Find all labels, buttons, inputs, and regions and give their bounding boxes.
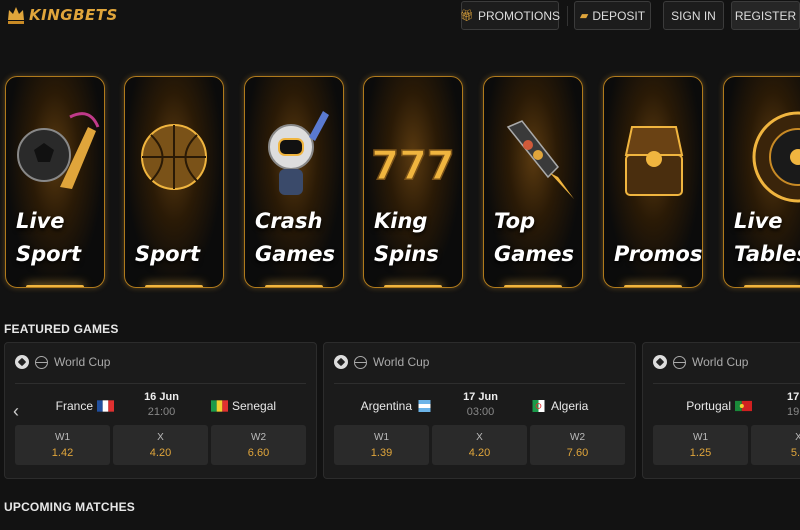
odds-key: X bbox=[795, 431, 800, 443]
away-team: Algeria bbox=[530, 399, 588, 413]
header-divider bbox=[567, 6, 568, 26]
soccer-ball-icon bbox=[334, 355, 348, 369]
odds-value: 5.4 bbox=[790, 446, 800, 459]
featured-games-title: FEATURED GAMES bbox=[4, 322, 119, 336]
senegal-flag-icon bbox=[211, 400, 228, 412]
match-date: 17 bbox=[787, 391, 800, 403]
odds-row: W1 1.25 X 5.4 bbox=[653, 425, 800, 465]
away-team: Senegal bbox=[211, 399, 276, 413]
register-button[interactable]: REGISTER bbox=[731, 1, 800, 30]
deposit-button[interactable]: ▰ DEPOSIT bbox=[574, 1, 651, 30]
globe-icon bbox=[35, 355, 48, 369]
odds-key: W1 bbox=[55, 431, 70, 443]
odds-value: 6.60 bbox=[247, 446, 270, 459]
category-sport[interactable]: Sport bbox=[124, 76, 224, 288]
logo[interactable]: KINGBETS bbox=[6, 4, 118, 26]
category-top-games[interactable]: Top Games bbox=[483, 76, 583, 288]
category-label: Top Games bbox=[494, 209, 575, 266]
divider bbox=[15, 383, 306, 384]
league-name: World Cup bbox=[373, 355, 430, 369]
odds-w1-button[interactable]: W1 1.42 bbox=[15, 425, 110, 465]
odds-key: X bbox=[157, 431, 164, 443]
odds-value: 4.20 bbox=[468, 446, 491, 459]
soccer-ball-icon bbox=[15, 355, 29, 369]
odds-key: W1 bbox=[374, 431, 389, 443]
odds-value: 4.20 bbox=[149, 446, 172, 459]
match-league: World Cup bbox=[15, 355, 110, 369]
match-card-clip: World Cup Portugal 17 19: W1 1.25 X 5.4 bbox=[642, 342, 800, 479]
globe-icon bbox=[354, 355, 367, 369]
category-label: Crash Games bbox=[255, 209, 336, 266]
soccer-ball-icon bbox=[653, 355, 667, 369]
category-label: King Spins bbox=[374, 209, 439, 266]
odds-value: 1.25 bbox=[689, 446, 712, 459]
treasure-chest-icon bbox=[604, 77, 702, 227]
promotions-label: PROMOTIONS bbox=[477, 8, 560, 23]
category-label: Promos bbox=[614, 242, 703, 266]
odds-w1-button[interactable]: W1 1.39 bbox=[334, 425, 429, 465]
category-promos[interactable]: Promos bbox=[603, 76, 703, 288]
promotions-button[interactable]: 🎁︎ PROMOTIONS bbox=[460, 1, 560, 30]
away-team-name: Senegal bbox=[232, 399, 277, 413]
odds-key: W1 bbox=[693, 431, 708, 443]
match-date: 17 Jun bbox=[463, 391, 498, 403]
odds-key: W2 bbox=[570, 431, 585, 443]
odds-key: W2 bbox=[251, 431, 266, 443]
logo-text: KINGBETS bbox=[29, 6, 118, 24]
category-crash-games[interactable]: Crash Games bbox=[244, 76, 344, 288]
algeria-flag-icon bbox=[532, 400, 545, 412]
globe-icon bbox=[673, 355, 686, 369]
odds-value: 1.39 bbox=[370, 446, 393, 459]
svg-text:777: 777 bbox=[371, 143, 455, 189]
match-time: 03:00 bbox=[466, 406, 495, 418]
divider bbox=[334, 383, 625, 384]
match-card[interactable]: World Cup Portugal 17 19: W1 1.25 X 5.4 bbox=[642, 342, 800, 479]
odds-x-button[interactable]: X 4.20 bbox=[113, 425, 208, 465]
match-league: World Cup bbox=[653, 355, 748, 369]
home-team: Portugal bbox=[686, 399, 752, 413]
odds-w2-button[interactable]: W2 7.60 bbox=[530, 425, 625, 465]
category-label: Sport bbox=[135, 242, 200, 266]
deposit-label: DEPOSIT bbox=[592, 8, 646, 23]
away-team-name: Algeria bbox=[551, 399, 589, 413]
top-header: KINGBETS 🎁︎ PROMOTIONS ▰ DEPOSIT SIGN IN… bbox=[0, 0, 800, 33]
crown-logo-icon bbox=[8, 7, 24, 24]
match-card[interactable]: World Cup ‹ France 16 Jun 21:00 Senegal … bbox=[4, 342, 317, 479]
wallet-icon: ▰ bbox=[579, 10, 589, 22]
basketball-icon bbox=[125, 77, 223, 227]
odds-w2-button[interactable]: W2 6.60 bbox=[211, 425, 306, 465]
odds-row: W1 1.42 X 4.20 W2 6.60 bbox=[15, 425, 306, 465]
match-league: World Cup bbox=[334, 355, 429, 369]
match-time: 19: bbox=[787, 406, 800, 418]
upcoming-matches-title: UPCOMING MATCHES bbox=[4, 500, 135, 514]
league-name: World Cup bbox=[692, 355, 749, 369]
register-label: REGISTER bbox=[734, 8, 797, 23]
odds-value: 7.60 bbox=[566, 446, 589, 459]
divider bbox=[653, 383, 800, 384]
odds-value: 1.42 bbox=[51, 446, 74, 459]
category-label: Live Tables bbox=[734, 209, 800, 266]
category-label: Live Sport bbox=[16, 209, 81, 266]
odds-x-button[interactable]: X 4.20 bbox=[432, 425, 527, 465]
portugal-flag-icon bbox=[735, 400, 752, 412]
category-live-sport[interactable]: Live Sport bbox=[5, 76, 105, 288]
category-live-tables[interactable]: Live Tables bbox=[723, 76, 800, 288]
match-card[interactable]: World Cup Argentina 17 Jun 03:00 Algeria… bbox=[323, 342, 636, 479]
gift-icon: 🎁︎ bbox=[460, 10, 474, 22]
sign-in-button[interactable]: SIGN IN bbox=[663, 1, 724, 30]
home-team-name: Portugal bbox=[686, 399, 731, 413]
odds-x-button[interactable]: X 5.4 bbox=[751, 425, 800, 465]
category-king-spins[interactable]: 777 King Spins bbox=[363, 76, 463, 288]
odds-key: X bbox=[476, 431, 483, 443]
league-name: World Cup bbox=[54, 355, 111, 369]
odds-w1-button[interactable]: W1 1.25 bbox=[653, 425, 748, 465]
sign-in-label: SIGN IN bbox=[671, 8, 716, 23]
odds-row: W1 1.39 X 4.20 W2 7.60 bbox=[334, 425, 625, 465]
